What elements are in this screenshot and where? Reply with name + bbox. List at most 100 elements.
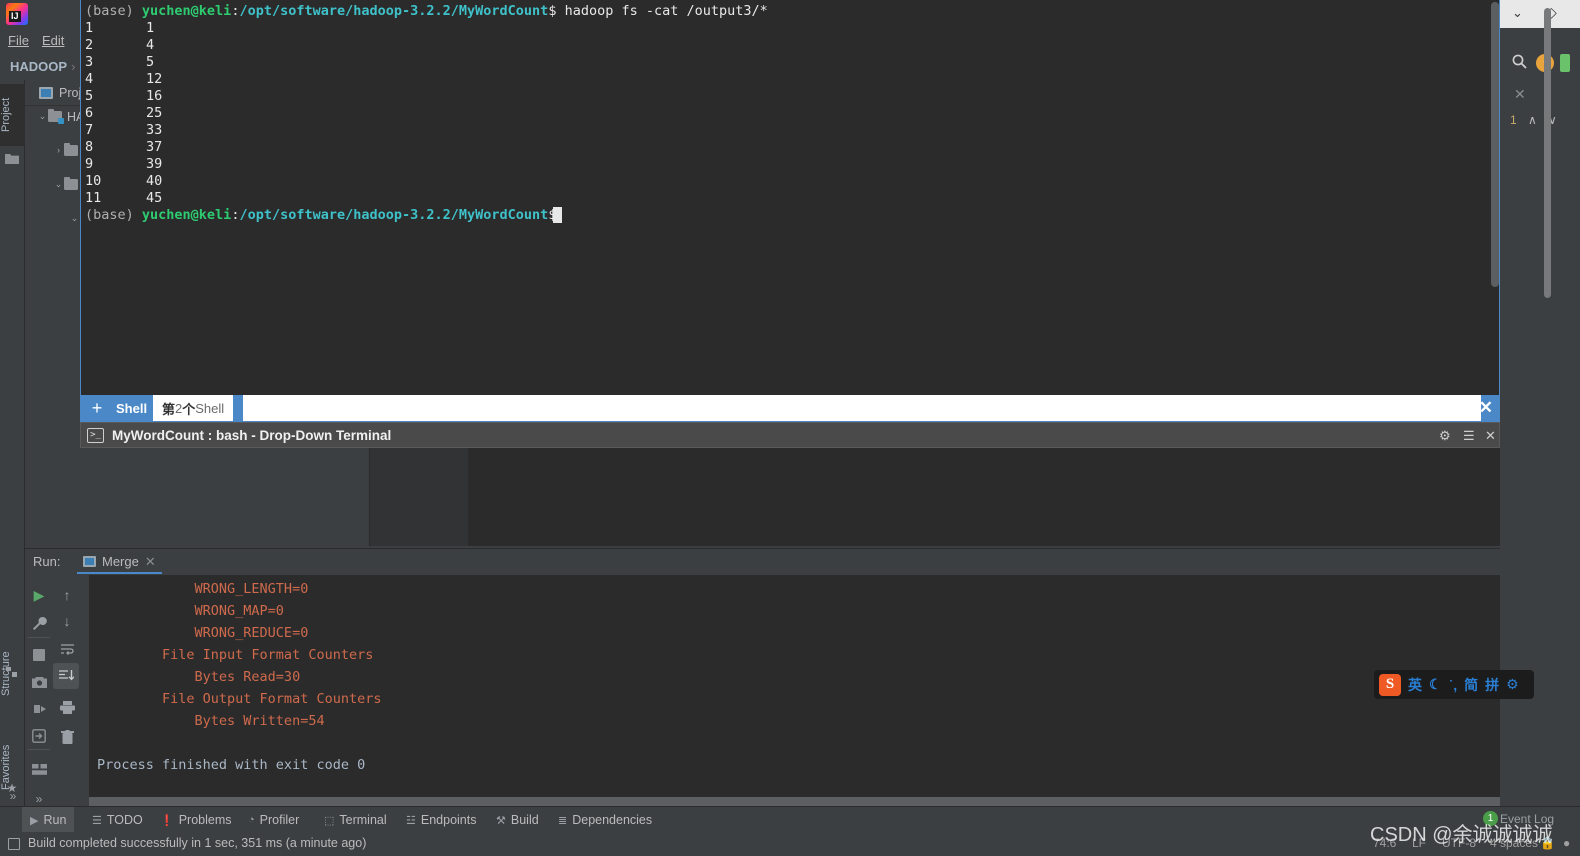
build-status-icon (8, 838, 20, 850)
sidebar-item-project[interactable]: Project (0, 84, 25, 146)
ime-language-mode[interactable]: 英 (1408, 675, 1422, 695)
terminal-output-value: 33 (146, 122, 163, 138)
console-line: WRONG_MAP=0 (97, 603, 284, 619)
terminal-tab-2-mid: 个 (182, 401, 196, 417)
previous-match-icon[interactable]: ∧ (1528, 113, 1537, 127)
layout-button[interactable] (27, 757, 51, 781)
ime-settings-icon[interactable]: ⚙ (1506, 676, 1519, 693)
terminal-output-value: 4 (146, 37, 155, 53)
project-panel-icon (39, 86, 53, 99)
scroll-up-button[interactable]: ↑ (55, 583, 79, 607)
tab-dependencies[interactable]: ≣ Dependencies (550, 807, 660, 833)
chevron-down-icon[interactable]: ⌄ (37, 111, 48, 122)
ime-simplified-toggle[interactable]: 简 (1464, 675, 1478, 695)
breadcrumb[interactable]: HADOOP › (10, 59, 75, 74)
tab-merge-label: Merge (102, 554, 139, 569)
editor-vertical-scrollbar[interactable] (1544, 8, 1551, 298)
tab-todo[interactable]: ☰ TODO (84, 807, 151, 833)
camera-snapshot-button[interactable] (27, 670, 51, 694)
menu-edit-label: Edit (42, 33, 65, 48)
terminal-tab-shell[interactable]: Shell (107, 395, 157, 421)
tab-dependencies-label: Dependencies (572, 813, 653, 827)
close-icon[interactable]: ✕ (145, 554, 156, 570)
terminal-menu-icon[interactable]: ☰ (1463, 428, 1475, 444)
chevron-right-icon[interactable]: › (53, 145, 64, 156)
terminal-user-host: yuchen@keli (141, 207, 232, 223)
soft-wrap-button[interactable] (55, 637, 79, 661)
console-line: File Input Format Counters (97, 647, 374, 663)
terminal-prompt-line-current: (base) yuchen@keli:/opt/software/hadoop-… (85, 207, 556, 223)
folder-icon (64, 177, 78, 190)
run-tool-window: Run: Merge ✕ ⚙ — ▶ (25, 548, 1580, 807)
chevron-down-icon[interactable]: ⌄ (53, 179, 64, 190)
chevron-down-icon[interactable]: ⌄ (69, 213, 80, 224)
terminal-output[interactable]: (base) yuchen@keli:/opt/software/hadoop-… (81, 0, 1499, 395)
terminal-user-host: yuchen@keli (141, 3, 232, 19)
run-panel-label: Run: (33, 554, 61, 569)
terminal-output-key: 1 (85, 20, 94, 36)
intellij-logo-icon: IJ (6, 3, 28, 25)
error-icon: ❗ (160, 814, 174, 827)
tab-merge[interactable]: Merge ✕ (77, 551, 162, 574)
terminal-output-value: 45 (146, 190, 163, 206)
menu-edit[interactable]: Edit (42, 33, 64, 48)
terminal-prompt-line: (base) yuchen@keli:/opt/software/hadoop-… (85, 3, 768, 19)
rerun-button[interactable]: ▶ (27, 583, 51, 607)
terminal-scrollbar[interactable] (1491, 2, 1499, 287)
ime-toolbar[interactable]: S 英 ☾ ˙, 简 拼 ⚙ (1374, 670, 1534, 699)
ime-pinyin-toggle[interactable]: 拼 (1485, 675, 1499, 695)
run-console-output[interactable]: WRONG_LENGTH=0 WRONG_MAP=0 WRONG_REDUCE=… (89, 575, 1580, 807)
tab-problems[interactable]: ❗ Problems (152, 807, 240, 833)
ime-punctuation-icon[interactable]: ˙, (1449, 677, 1458, 693)
tab-run[interactable]: ▶ Run (22, 807, 75, 833)
toolbar-divider (28, 637, 50, 638)
menu-file[interactable]: File (8, 33, 29, 48)
scroll-down-button[interactable]: ↓ (55, 609, 79, 633)
sogou-logo-icon: S (1379, 673, 1401, 696)
breadcrumb-separator: › (71, 59, 76, 74)
print-button[interactable] (55, 695, 79, 719)
terminal-output-key: 11 (85, 190, 102, 206)
terminal-hide-icon[interactable]: ✕ (1485, 428, 1496, 444)
tab-terminal[interactable]: ⬚ Terminal (316, 807, 395, 833)
export-button[interactable] (27, 724, 51, 748)
console-horizontal-scrollbar[interactable] (89, 797, 1580, 806)
run-toolbar[interactable]: ▶ » ↑ ↓ (25, 575, 87, 807)
ime-moon-icon[interactable]: ☾ (1429, 676, 1442, 693)
terminal-settings-icon[interactable]: ⚙ (1439, 428, 1451, 444)
settings-wrench-button[interactable] (27, 611, 51, 635)
new-terminal-tab-button[interactable]: + (87, 398, 107, 418)
trash-button[interactable] (55, 725, 79, 749)
toolbar-divider (28, 749, 50, 750)
close-search-icon[interactable]: ✕ (1514, 86, 1526, 103)
terminal-icon: ⬚ (324, 814, 335, 827)
terminal-close-icon[interactable]: ✕ (1479, 398, 1493, 418)
terminal-cursor (553, 207, 562, 223)
scroll-to-end-button[interactable] (53, 663, 79, 689)
terminal-output-key: 9 (85, 156, 94, 172)
console-line: WRONG_LENGTH=0 (97, 581, 309, 597)
terminal-output-key: 5 (85, 88, 94, 104)
console-line: File Output Format Counters (97, 691, 382, 707)
dropdown-terminal-window[interactable]: (base) yuchen@keli:/opt/software/hadoop-… (80, 0, 1500, 422)
terminal-shell-icon: >_ (87, 427, 104, 443)
module-folder-icon (48, 109, 64, 124)
tab-profiler[interactable]: ◔ Profiler (240, 807, 307, 833)
expand-strip-icon[interactable]: » (5, 788, 21, 804)
terminal-tab-shell-2[interactable]: 第 2 个 Shell (153, 395, 234, 421)
csdn-watermark: CSDN @余诚诚诚诚 (1370, 824, 1553, 846)
debug-threads-button[interactable] (27, 697, 51, 721)
sidebar-item-project-label: Project (0, 97, 12, 133)
layers-icon: ≣ (558, 814, 568, 827)
chevron-down-icon[interactable]: ⌄ (1512, 5, 1523, 21)
terminal-tab-bar: + Shell 第 2 个 Shell ✕ (81, 395, 1499, 421)
tab-build[interactable]: ⚒ Build (488, 807, 547, 833)
terminal-output-value: 1 (146, 20, 155, 36)
console-line: Bytes Written=54 (97, 713, 325, 729)
stop-button[interactable] (27, 643, 51, 667)
tab-endpoints[interactable]: ☳ Endpoints (398, 807, 484, 833)
hammer-icon: ⚒ (496, 814, 506, 827)
search-icon[interactable] (1512, 54, 1527, 73)
notifications-icon[interactable]: ● (1563, 836, 1570, 850)
terminal-output-value: 25 (146, 105, 163, 121)
